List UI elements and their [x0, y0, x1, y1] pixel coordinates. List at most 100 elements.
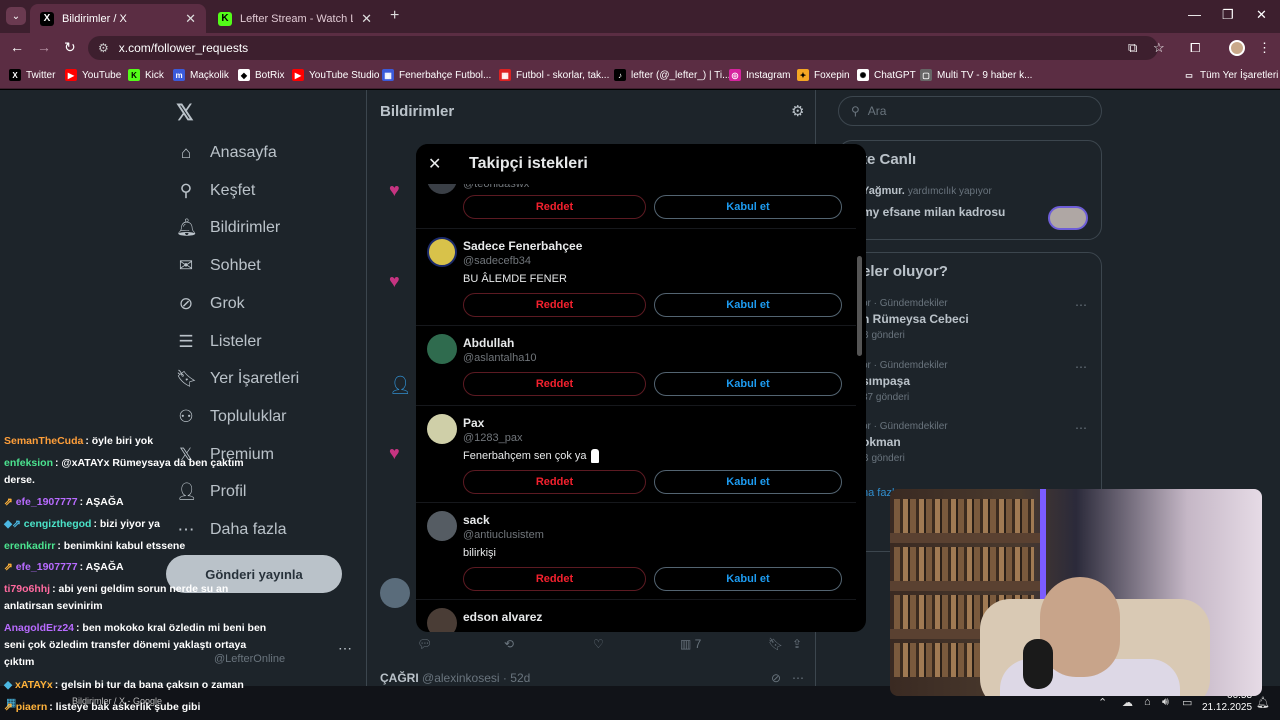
tray-chevron-icon[interactable]: ⌃: [1098, 696, 1107, 709]
tab-bildirimler[interactable]: X Bildirimler / X ✕: [30, 4, 206, 33]
reject-button[interactable]: Reddet: [463, 293, 646, 317]
retweet-icon[interactable]: ⟲: [504, 637, 514, 651]
nav-explore[interactable]: ⚲ Keşfet: [176, 181, 256, 201]
avatar[interactable]: [380, 578, 410, 608]
accept-button[interactable]: Kabul et: [654, 470, 842, 494]
reject-button[interactable]: Reddet: [463, 567, 646, 591]
nav-communities[interactable]: ⚇ Topluluklar: [176, 407, 286, 427]
reject-button[interactable]: Reddet: [463, 372, 646, 396]
nav-home[interactable]: ⌂ Anasayfa: [176, 143, 277, 163]
profile-avatar-icon[interactable]: [1229, 40, 1245, 56]
trend-more-icon[interactable]: ⋯: [1075, 421, 1087, 435]
modal-scrollbar[interactable]: [856, 146, 864, 632]
close-tab-icon[interactable]: ✕: [361, 11, 372, 27]
search-input[interactable]: ⚲ Ara: [838, 96, 1102, 126]
tweet-header[interactable]: ÇAĞRI @alexinkosesi · 52d: [380, 671, 530, 685]
battery-icon[interactable]: ▭: [1182, 696, 1192, 709]
bookmark-youtube[interactable]: ▶ YouTube: [65, 69, 121, 81]
maximize-icon[interactable]: ❐: [1222, 7, 1234, 23]
bookmark-label: ChatGPT: [874, 69, 916, 81]
share-icon[interactable]: ⇪: [792, 637, 802, 651]
avatar[interactable]: [427, 334, 457, 364]
volume-icon[interactable]: 🔊︎: [1162, 696, 1169, 709]
notification-bell-icon[interactable]: 🔔︎: [1256, 696, 1270, 709]
onedrive-icon[interactable]: ☁: [1122, 696, 1133, 709]
foxepin-icon: ✦: [797, 69, 809, 81]
badge-icon: ⇗: [4, 701, 16, 713]
trend-name[interactable]: okman: [862, 435, 901, 449]
reject-button[interactable]: Reddet: [463, 470, 646, 494]
reply-icon[interactable]: 💬︎: [417, 637, 432, 651]
reload-icon[interactable]: ↻: [64, 39, 76, 56]
trend-name[interactable]: n Rümeysa Cebeci: [862, 312, 969, 326]
request-name[interactable]: Sadece Fenerbahçee: [463, 239, 582, 253]
account-more-icon[interactable]: ⋯: [338, 640, 352, 657]
trend-more-icon[interactable]: ⋯: [1075, 298, 1087, 312]
install-app-icon[interactable]: ⧉: [1128, 40, 1137, 56]
bookmark-icon[interactable]: 🔖︎: [768, 637, 783, 651]
new-tab-icon[interactable]: +: [390, 7, 399, 25]
extensions-icon[interactable]: ⧠: [1190, 40, 1200, 56]
all-bookmarks[interactable]: ▭ Tüm Yer İşaretleri: [1183, 69, 1278, 81]
bookmark-chatgpt[interactable]: ✺ ChatGPT: [857, 69, 916, 81]
network-icon[interactable]: ⌂: [1144, 696, 1151, 708]
reject-button[interactable]: Reddet: [463, 195, 646, 219]
close-window-icon[interactable]: ✕: [1256, 7, 1267, 23]
bookmark-mackolik[interactable]: m Maçkolik: [173, 69, 229, 81]
minimize-icon[interactable]: —: [1188, 7, 1201, 22]
shelf: [890, 533, 1040, 543]
star-bookmark-icon[interactable]: ☆: [1153, 40, 1165, 56]
like-icon[interactable]: ♡: [593, 637, 604, 651]
bookmark-botrix[interactable]: ◆ BotRix: [238, 69, 284, 81]
request-name[interactable]: Abdullah: [463, 336, 514, 350]
views-icon[interactable]: ▥ 7: [680, 637, 701, 651]
settings-gear-icon[interactable]: ⚙: [791, 102, 804, 120]
address-bar[interactable]: ⚙ x.com/follower_requests: [88, 36, 1158, 60]
grok-icon[interactable]: ⊘: [771, 671, 781, 685]
forward-icon[interactable]: →: [37, 39, 51, 55]
accept-button[interactable]: Kabul et: [654, 372, 842, 396]
more-icon[interactable]: ⋯: [792, 671, 804, 685]
accept-button[interactable]: Kabul et: [654, 293, 842, 317]
back-icon[interactable]: ←: [10, 39, 24, 55]
tab-search-button[interactable]: ⌄: [6, 7, 26, 25]
bookmark-kick[interactable]: K Kick: [128, 69, 164, 81]
avatar[interactable]: [427, 511, 457, 541]
page-icon: ▦: [382, 69, 394, 81]
menu-dots-icon[interactable]: ⋮: [1258, 40, 1271, 56]
bookmark-instagram[interactable]: ◎ Instagram: [729, 69, 790, 81]
nav-messages[interactable]: ✉ Sohbet: [176, 256, 261, 276]
live-text[interactable]: my efsane milan kadrosu: [862, 205, 1005, 219]
close-icon[interactable]: ✕: [428, 154, 441, 174]
trend-name[interactable]: sımpaşa: [862, 374, 910, 388]
scrollbar-thumb[interactable]: [857, 256, 862, 356]
bookmark-multitv[interactable]: ▢ Multi TV - 9 haber k...: [920, 69, 1032, 81]
tab-lefter-stream[interactable]: K Lefter Stream - Watch Live on K ✕: [208, 4, 382, 33]
avatar[interactable]: [427, 414, 457, 444]
live-host[interactable]: Yağmur. yardımcılık yapıyor: [862, 185, 992, 197]
bookmark-twitter[interactable]: X Twitter: [9, 69, 55, 81]
bookmark-tiktok[interactable]: ♪ lefter (@_lefter_) | Ti...: [614, 69, 730, 81]
nav-bookmarks[interactable]: 🔖︎ Yer İşaretleri: [176, 369, 299, 389]
close-tab-icon[interactable]: ✕: [185, 11, 196, 27]
bookmark-fenerbahce[interactable]: ▦ Fenerbahçe Futbol...: [382, 69, 491, 81]
site-info-icon[interactable]: ⚙: [98, 41, 109, 55]
bookmark-futbol[interactable]: ▦ Futbol - skorlar, tak...: [499, 69, 609, 81]
nav-lists[interactable]: ☰ Listeler: [176, 332, 261, 352]
bookmark-youtube-studio[interactable]: ▶ YouTube Studio: [292, 69, 379, 81]
accept-button[interactable]: Kabul et: [654, 567, 842, 591]
request-name[interactable]: sack: [463, 513, 490, 527]
accept-button[interactable]: Kabul et: [654, 195, 842, 219]
avatar[interactable]: [427, 237, 457, 267]
nav-label: Topluluklar: [210, 408, 287, 425]
request-name[interactable]: edson alvarez: [463, 610, 542, 624]
request-name[interactable]: Pax: [463, 416, 484, 430]
avatar[interactable]: [427, 608, 457, 632]
nav-grok[interactable]: ⊘ Grok: [176, 294, 245, 314]
trend-more-icon[interactable]: ⋯: [1075, 360, 1087, 374]
nav-notifications[interactable]: 🔔︎ Bildirimler: [176, 218, 280, 238]
live-avatars[interactable]: [1048, 206, 1088, 230]
x-logo-icon[interactable]: 𝕏: [176, 100, 194, 126]
person-icon: 👤︎: [389, 375, 412, 395]
bookmark-foxepin[interactable]: ✦ Foxepin: [797, 69, 850, 81]
